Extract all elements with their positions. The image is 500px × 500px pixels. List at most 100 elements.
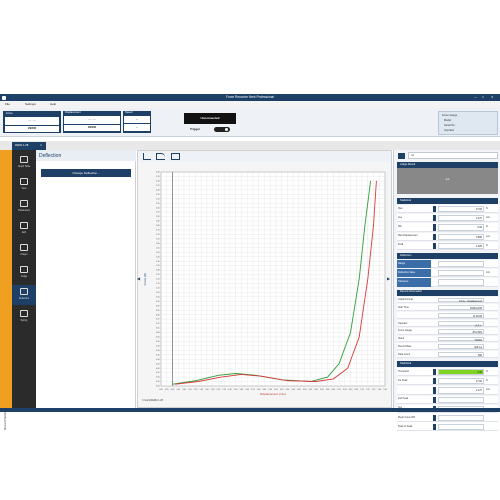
stat-row: Stand TCD01: [397, 335, 498, 343]
graph-icon[interactable]: [143, 153, 151, 160]
y-tick-label: 1.20: [156, 279, 160, 281]
toolbar: Force -- . -- ZERO Displacement -- . -- …: [0, 108, 500, 137]
y-tick-label: 0.45: [156, 345, 160, 347]
y-tick-label: 2.05: [156, 203, 160, 205]
stat-value-box[interactable]: [438, 261, 484, 268]
stat-value-box: 400 ms: [438, 344, 484, 349]
y-tick-label: 1.05: [156, 292, 160, 294]
sidebar-item[interactable]: Deflection: [12, 285, 36, 305]
stat-label: Start Time: [398, 305, 409, 309]
stat-value: 0.00: [477, 226, 482, 230]
stat-value: 4.925: [476, 244, 482, 248]
close-button[interactable]: ✕: [491, 95, 494, 99]
y-tick-label: 1.25: [156, 274, 160, 276]
y-tick-label: 0.05: [156, 381, 160, 383]
stat-label: [397, 386, 431, 394]
panel-icon[interactable]: [398, 153, 405, 159]
stat-value-box: 27.82: [438, 378, 484, 385]
connection-status: Unconnected: [184, 113, 236, 124]
sidebar-item[interactable]: Edit: [12, 219, 36, 239]
series-point: [358, 278, 360, 280]
displacement-zero-button[interactable]: ZERO: [64, 125, 120, 131]
sidebar-item[interactable]: Spring: [12, 307, 36, 327]
stat-label: Force Gauge: [398, 329, 412, 333]
sidebar-item[interactable]: Judge: [12, 263, 36, 283]
change-deflection-button[interactable]: Change Deflection...: [41, 169, 131, 177]
stat-row: Min 0.00 N: [397, 223, 498, 232]
title-bar: Force Recorder Next Professional — □ ✕: [0, 94, 500, 101]
stat-row: Deflection Value mm: [397, 269, 498, 278]
x-tick-label: 2.00: [217, 389, 221, 391]
record-settings-strip[interactable]: Record Settings: [0, 150, 12, 430]
menu-settings[interactable]: Settings: [25, 103, 36, 106]
curve-icon[interactable]: [156, 153, 165, 160]
search-input[interactable]: All: [408, 152, 498, 159]
y-tick-label: 1.75: [156, 230, 160, 232]
sidebar-item[interactable]: Output: [12, 241, 36, 261]
menu-file[interactable]: File: [5, 103, 10, 106]
threshold-input[interactable]: 0.00: [438, 369, 484, 376]
x-tick-label: 3.80: [268, 389, 272, 391]
menu-bar: File Settings Help: [0, 101, 500, 108]
tab-close-icon[interactable]: ✕: [40, 144, 42, 148]
stat-unit: mm: [486, 234, 490, 238]
x-tick-label: 7.60: [378, 389, 382, 391]
sidebar-item[interactable]: View: [12, 175, 36, 195]
stat-label: Peak to Peak: [398, 424, 413, 428]
collapse-right-icon[interactable]: ▶: [387, 276, 390, 281]
x-tick-label: 6.20: [337, 389, 341, 391]
y-tick-label: 1.35: [156, 265, 160, 267]
y-tick-label: 1.15: [156, 283, 160, 285]
stat-row: Record Rate 400 ms: [397, 343, 498, 351]
force-label: Force: [6, 112, 13, 115]
series-point: [218, 375, 219, 376]
x-tick-label: 7.00: [360, 389, 364, 391]
stat-row: 2.127 mm: [397, 386, 498, 395]
stat-unit: N: [486, 379, 488, 383]
stat-row: 1st Peak 27.82 N: [397, 377, 498, 386]
stat-row: Mean Force Diff: [397, 414, 498, 423]
y-tick-label: 1.60: [156, 243, 160, 245]
x-tick-label: 4.60: [291, 389, 295, 391]
sidebar-item[interactable]: Graph Table: [12, 153, 36, 173]
series-point: [261, 375, 262, 377]
stat-value-box[interactable]: [438, 279, 484, 286]
x-tick-label: 1.00: [188, 389, 192, 391]
maximize-button[interactable]: □: [482, 95, 484, 99]
x-tick-label: 1.20: [194, 389, 198, 391]
stat-label: Mean Force Diff: [398, 415, 415, 419]
stat-value: 0.895: [476, 235, 482, 239]
stat-row: 11:20:03: [397, 312, 498, 319]
tab-device[interactable]: ZEDD-1-Z8 ✕: [12, 142, 46, 150]
y-tick-label: 0.65: [156, 328, 160, 330]
stat-label: [397, 312, 431, 319]
sidebar-item-label: Spring: [20, 320, 28, 322]
collapse-left-icon[interactable]: ◀: [137, 276, 140, 281]
sidebar-item[interactable]: Parameters: [12, 197, 36, 217]
speed-display: Speed -- --: [123, 111, 151, 133]
series-point: [350, 332, 351, 333]
deflection-panel: Deflection Change Deflection...: [36, 150, 136, 408]
series-point: [241, 374, 242, 375]
device-info-box: Force Gauge Model Serial No. Operator: [438, 111, 498, 135]
y-tick-label: 0.85: [156, 310, 160, 312]
x-tick-label: 1.40: [199, 389, 203, 391]
trigger-toggle[interactable]: [214, 127, 230, 132]
minimize-button[interactable]: —: [474, 95, 477, 99]
image-icon[interactable]: [171, 153, 180, 160]
stat-value-box[interactable]: [438, 270, 484, 277]
row-marker: [433, 224, 436, 231]
y-tick-label: 0.60: [156, 332, 160, 334]
y-tick-label: 1.65: [156, 238, 160, 240]
stat-unit: N: [486, 207, 488, 210]
menu-help[interactable]: Help: [50, 103, 56, 106]
stat-row: Start Time 2024/12/05: [397, 304, 498, 312]
stat-value-box: テスト: [438, 321, 484, 327]
y-tick-label: 0.15: [156, 372, 160, 374]
section-title: Statistical: [400, 361, 412, 365]
force-zero-button[interactable]: ZERO: [5, 126, 59, 132]
stat-label: Max Displacement: [398, 234, 418, 238]
stat-row: Max Displacement 0.895 mm: [397, 232, 498, 241]
y-tick-label: 0.50: [156, 341, 160, 343]
row-marker: [433, 242, 436, 249]
